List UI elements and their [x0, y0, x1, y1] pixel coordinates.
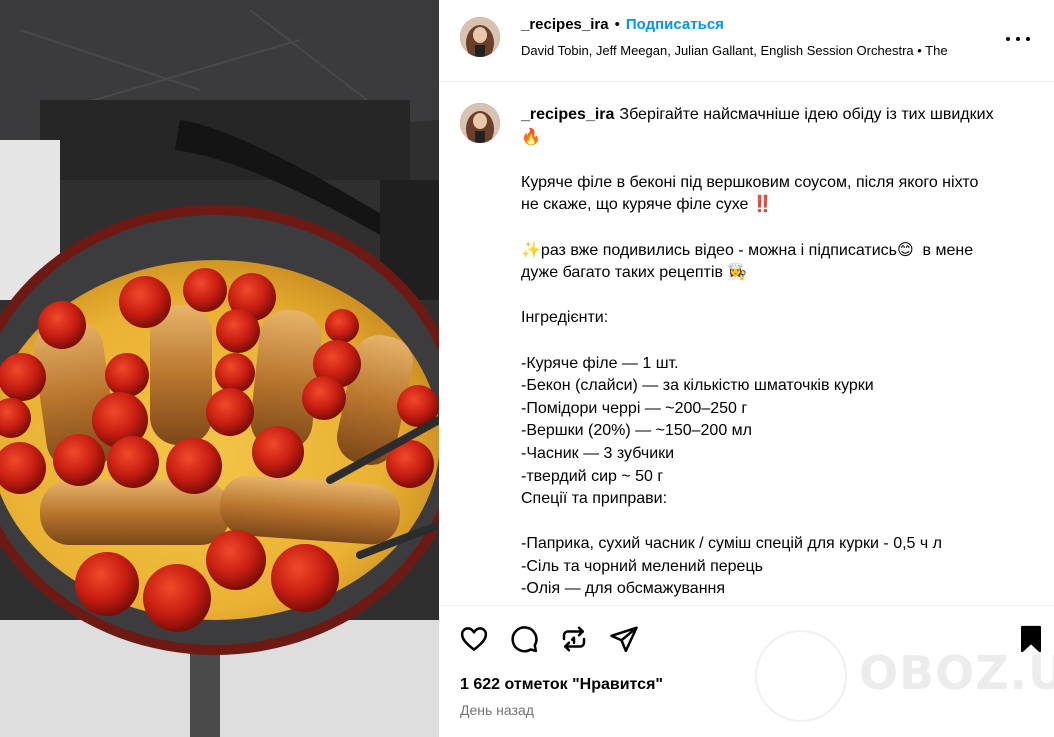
- caption-line: -Бекон (слайси) — за кількістю шматочків…: [521, 377, 874, 395]
- caption-line: Куряче філе в беконі під вершковим соусо…: [521, 173, 979, 191]
- follow-button[interactable]: Подписаться: [626, 16, 724, 33]
- caption-text: Зберігайте найсмачніше ідею обіду із тих…: [619, 106, 994, 123]
- avatar[interactable]: [460, 17, 500, 57]
- caption-line: -твердий сир ~ 50 г: [521, 467, 664, 485]
- comment-icon[interactable]: [509, 624, 539, 654]
- caption-line: [521, 149, 1031, 172]
- post-header: _recipes_ira • Подписаться David Tobin, Je…: [439, 0, 1054, 82]
- caption-body: 🔥 Куряче філе в беконі під вершковим соус…: [521, 127, 1031, 601]
- caption-line: [521, 285, 1031, 308]
- post-timestamp[interactable]: День назад: [460, 702, 534, 718]
- divider: [439, 605, 1054, 606]
- caption-line: Спеції та приправи:: [521, 490, 668, 508]
- caption-line: 🔥: [521, 128, 541, 146]
- header-title-row: _recipes_ira • Подписаться: [521, 16, 724, 33]
- caption-line: [521, 511, 1031, 534]
- caption-line: ✨раз вже подивились відео - можна і підп…: [521, 241, 974, 259]
- caption-line: дуже багато таких рецептів 👩‍🍳: [521, 264, 748, 282]
- caption-line: -Часник — 3 зубчики: [521, 444, 675, 462]
- caption-line: -Паприка, сухий часник / суміш спецій дл…: [521, 535, 942, 553]
- action-bar: [459, 624, 1041, 654]
- username-link[interactable]: _recipes_ira: [521, 16, 609, 33]
- caption-line: -Вершки (20%) — ~150–200 мл: [521, 422, 752, 440]
- caption-line: -Сіль та чорний мелений перець: [521, 557, 763, 575]
- more-dot: [1016, 37, 1020, 41]
- more-dot: [1026, 37, 1030, 41]
- send-icon[interactable]: [609, 624, 639, 654]
- bookmark-icon[interactable]: [1016, 624, 1046, 654]
- watermark-text: OBOZ.UA: [859, 646, 1054, 700]
- caption-line: -Куряче філе — 1 шт.: [521, 354, 679, 372]
- caption-line: -Помідори черрі — ~200–250 г: [521, 399, 748, 417]
- heart-icon[interactable]: [459, 624, 489, 654]
- caption-username-link[interactable]: _recipes_ira: [521, 106, 614, 123]
- repost-icon[interactable]: [559, 624, 589, 654]
- post-details-panel: _recipes_ira • Подписаться David Tobin, Je…: [439, 0, 1054, 737]
- likes-count[interactable]: 1 622 отметок "Нравится": [460, 676, 663, 694]
- caption-line: Інгредієнти:: [521, 309, 609, 327]
- caption-first-line: _recipes_ira Зберігайте найсмачніше ідею …: [521, 104, 1031, 127]
- caption-line: [521, 330, 1031, 353]
- caption-avatar[interactable]: [460, 103, 500, 143]
- audio-attribution-link[interactable]: David Tobin, Jeff Meegan, Julian Gallant…: [521, 43, 1001, 58]
- post-caption: _recipes_ira Зберігайте найсмачніше ідею …: [521, 104, 1031, 604]
- post-photo[interactable]: [0, 0, 439, 737]
- caption-line: -Олія — для обсмажування: [521, 580, 726, 598]
- separator-dot: •: [614, 16, 620, 33]
- more-dot: [1006, 37, 1010, 41]
- caption-line: не скаже, що куряче філе сухе ‼️: [521, 196, 773, 214]
- food-photo-image: [0, 0, 439, 737]
- avatar-image: [460, 103, 500, 143]
- caption-line: [521, 217, 1031, 240]
- avatar-image: [460, 17, 500, 57]
- more-options-icon[interactable]: [1006, 27, 1030, 51]
